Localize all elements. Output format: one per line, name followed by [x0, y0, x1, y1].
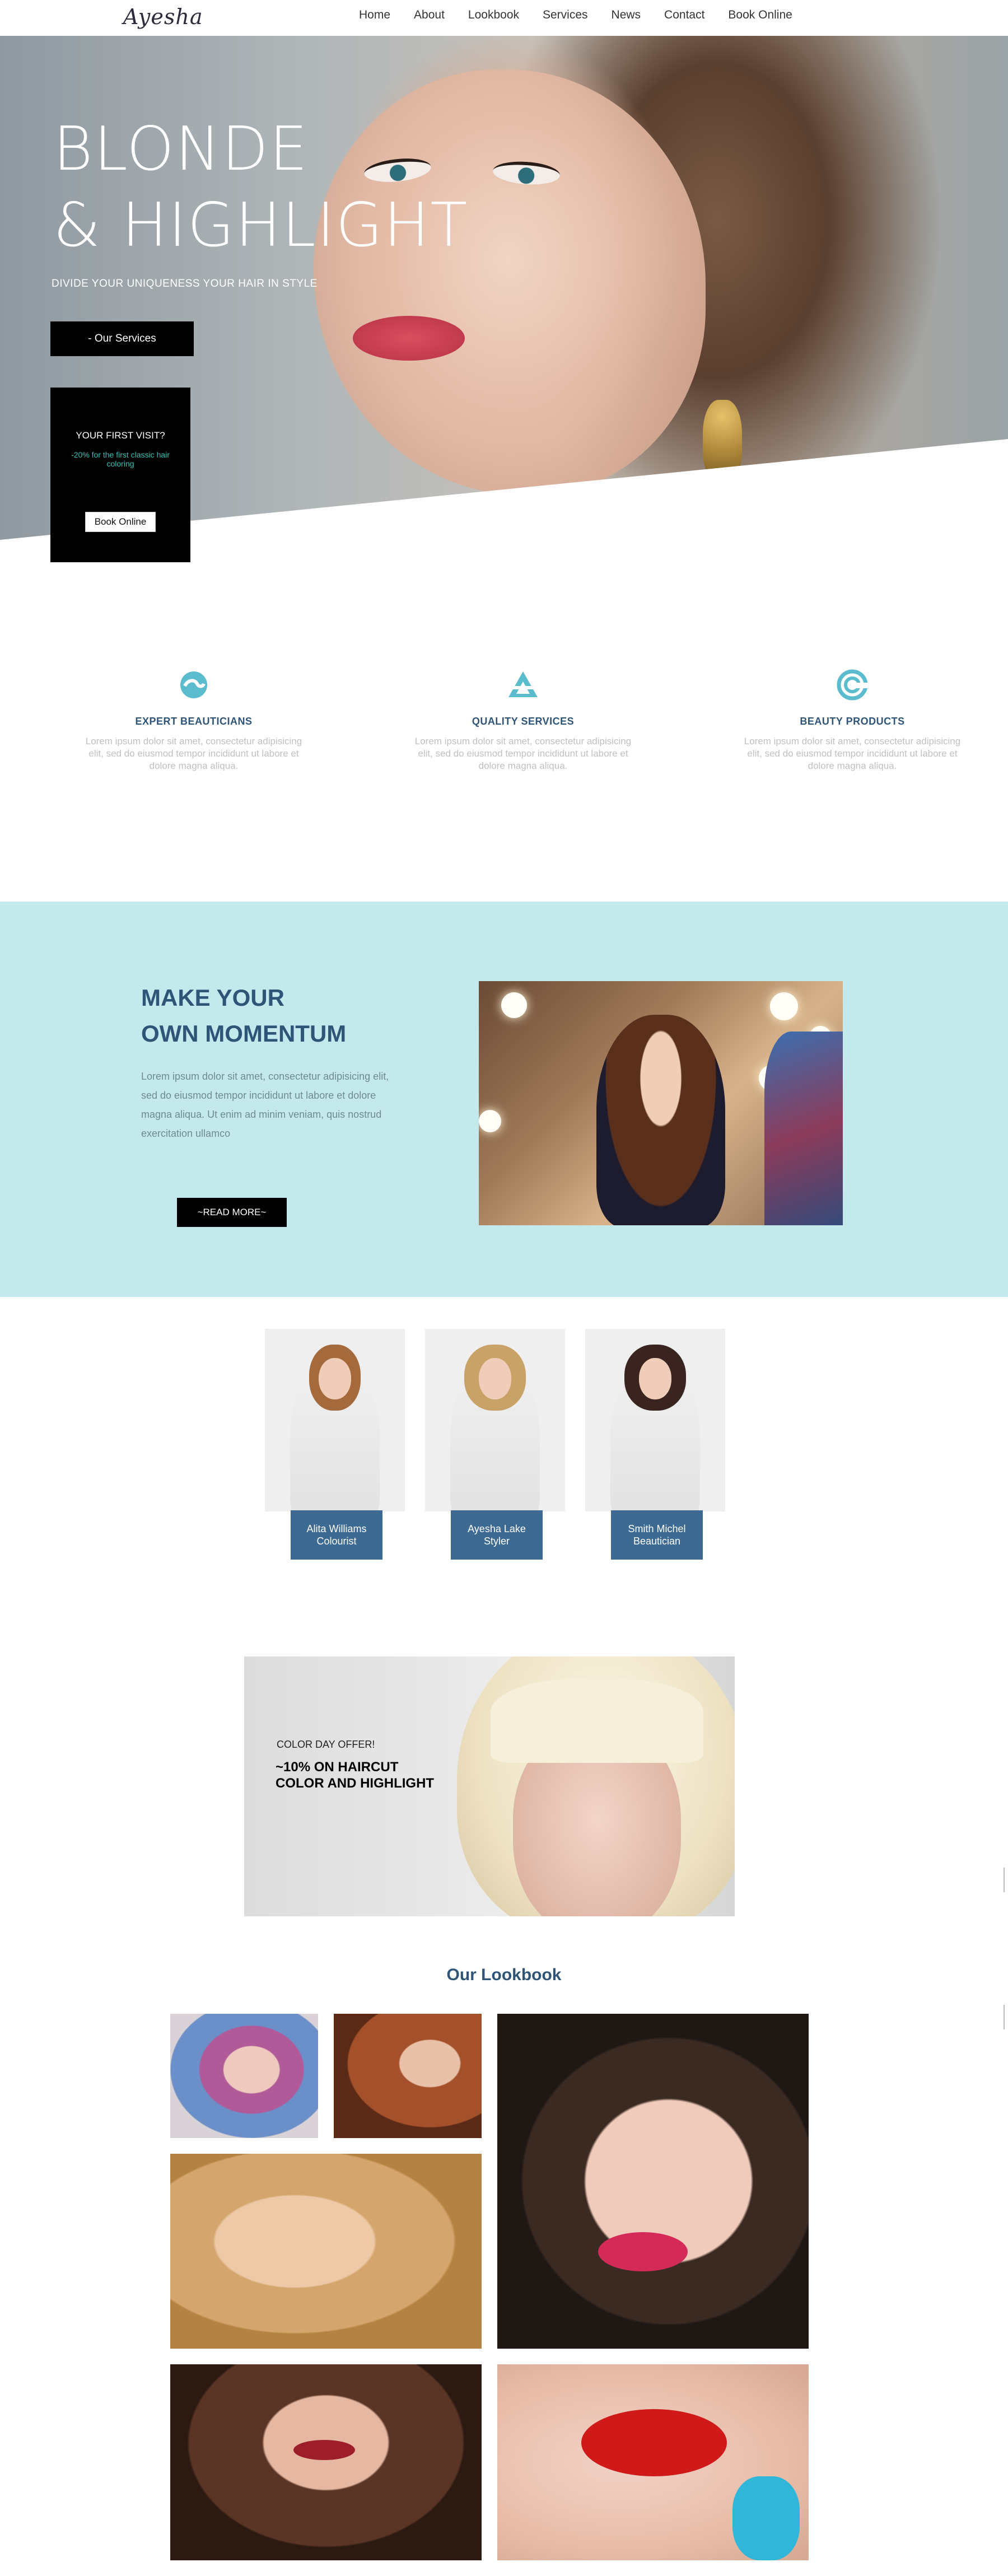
offer-model-bangs: [491, 1679, 703, 1763]
momentum-text: Lorem ipsum dolor sit amet, consectetur …: [141, 1071, 389, 1139]
team-label-smith[interactable]: Smith Michel Beautician: [611, 1510, 703, 1560]
feature-beauty-products: BEAUTY PRODUCTS Lorem ipsum dolor sit am…: [735, 669, 970, 772]
team-face: [319, 1358, 351, 1399]
nails-shape: [732, 2476, 800, 2560]
our-services-button[interactable]: - Our Services: [50, 321, 194, 356]
feature-text: Lorem ipsum dolor sit amet, consectetur …: [744, 736, 961, 771]
nav-home[interactable]: Home: [347, 8, 402, 22]
top-navigation: Ayesha Home About Lookbook Services News…: [0, 0, 1008, 36]
mirror-light: [770, 992, 798, 1020]
nav-news[interactable]: News: [600, 8, 653, 22]
team-member-role: Beautician: [633, 1536, 681, 1547]
nav-services[interactable]: Services: [531, 8, 600, 22]
feature-title: QUALITY SERVICES: [472, 716, 575, 727]
lips-shape: [581, 2409, 727, 2476]
team-face: [639, 1358, 671, 1399]
hero-title-line1: BLONDE: [53, 114, 309, 184]
nav-lookbook[interactable]: Lookbook: [456, 8, 531, 22]
feature-title: BEAUTY PRODUCTS: [800, 716, 905, 727]
color-day-offer-banner[interactable]: COLOR DAY OFFER! ~10% ON HAIRCUT COLOR A…: [244, 1656, 735, 1916]
first-visit-title: YOUR FIRST VISIT?: [76, 430, 165, 441]
momentum-title-line2: OWN MOMENTUM: [141, 1020, 347, 1047]
hero-title-line2: & HIGHLIGHT: [53, 190, 469, 260]
team-member-name: Smith Michel: [628, 1523, 686, 1534]
feature-text: Lorem ipsum dolor sit amet, consectetur …: [85, 736, 302, 771]
wave-icon: [180, 671, 207, 698]
offer-label: COLOR DAY OFFER!: [277, 1739, 375, 1750]
feature-quality-services: QUALITY SERVICES Lorem ipsum dolor sit a…: [405, 669, 641, 772]
feature-expert-beauticians: EXPERT BEAUTICIANS Lorem ipsum dolor sit…: [76, 669, 311, 772]
mirror-light: [479, 1110, 501, 1132]
first-visit-discount-note: -20% for the first classic hair coloring: [71, 450, 170, 468]
salon-photo: [479, 981, 843, 1225]
hero-title: BLONDE & HIGHLIGHT: [53, 111, 468, 264]
nav-contact[interactable]: Contact: [652, 8, 716, 22]
lookbook-photo-brunette[interactable]: [170, 2364, 482, 2560]
team-member-name: Ayesha Lake: [468, 1523, 526, 1534]
lips-shape: [598, 2232, 688, 2271]
offer-headline: ~10% ON HAIRCUT COLOR AND HIGHLIGHT: [276, 1759, 434, 1791]
team-member-name: Alita Williams: [306, 1523, 367, 1534]
scroll-indicator[interactable]: [1004, 2005, 1005, 2029]
first-visit-box: YOUR FIRST VISIT? -20% for the first cla…: [50, 388, 190, 562]
lookbook-photo-colorful-hair[interactable]: [170, 2014, 318, 2138]
site-logo[interactable]: Ayesha: [123, 4, 203, 29]
book-online-button[interactable]: Book Online: [85, 512, 156, 532]
lookbook-photo-lipstick-brush[interactable]: [497, 2364, 809, 2560]
salon-stylist: [764, 1032, 843, 1225]
lookbook-photo-ring-hand[interactable]: [170, 2154, 482, 2349]
team-face: [479, 1358, 511, 1399]
team-photo-ayesha: [425, 1329, 565, 1511]
triangle-icon: [507, 671, 539, 697]
lookbook-title: Our Lookbook: [446, 1966, 562, 1984]
nav-book-online[interactable]: Book Online: [716, 8, 804, 22]
feature-title: EXPERT BEAUTICIANS: [135, 716, 253, 727]
nav-about[interactable]: About: [402, 8, 456, 22]
team-member-role: Colourist: [316, 1536, 357, 1547]
momentum-section: MAKE YOUR OWN MOMENTUM Lorem ipsum dolor…: [0, 902, 1008, 1297]
spiral-icon: [837, 669, 868, 701]
scroll-indicator[interactable]: [1004, 1868, 1005, 1892]
salon-client: [596, 1015, 725, 1225]
team-label-ayesha[interactable]: Ayesha Lake Styler: [451, 1510, 543, 1560]
offer-headline-line2: COLOR AND HIGHLIGHT: [276, 1776, 435, 1791]
hero-subtitle: DIVIDE YOUR UNIQUENESS YOUR HAIR IN STYL…: [52, 278, 318, 290]
momentum-title-line1: MAKE YOUR: [141, 984, 284, 1011]
read-more-button[interactable]: ~READ MORE~: [177, 1198, 287, 1227]
feature-text: Lorem ipsum dolor sit amet, consectetur …: [414, 736, 632, 771]
lookbook-photo-copper-hair[interactable]: [334, 2014, 482, 2138]
team-label-alita[interactable]: Alita Williams Colourist: [291, 1510, 382, 1560]
momentum-title: MAKE YOUR OWN MOMENTUM: [141, 980, 346, 1052]
offer-headline-line1: ~10% ON HAIRCUT: [276, 1760, 399, 1775]
main-menu: Home About Lookbook Services News Contac…: [347, 8, 804, 22]
team-photo-smith: [585, 1329, 725, 1511]
mirror-light: [501, 992, 527, 1018]
lookbook-photo-red-lips[interactable]: [497, 2014, 809, 2349]
lips-shape: [293, 2440, 355, 2460]
team-member-role: Styler: [483, 1536, 510, 1547]
team-photo-alita: [265, 1329, 405, 1511]
